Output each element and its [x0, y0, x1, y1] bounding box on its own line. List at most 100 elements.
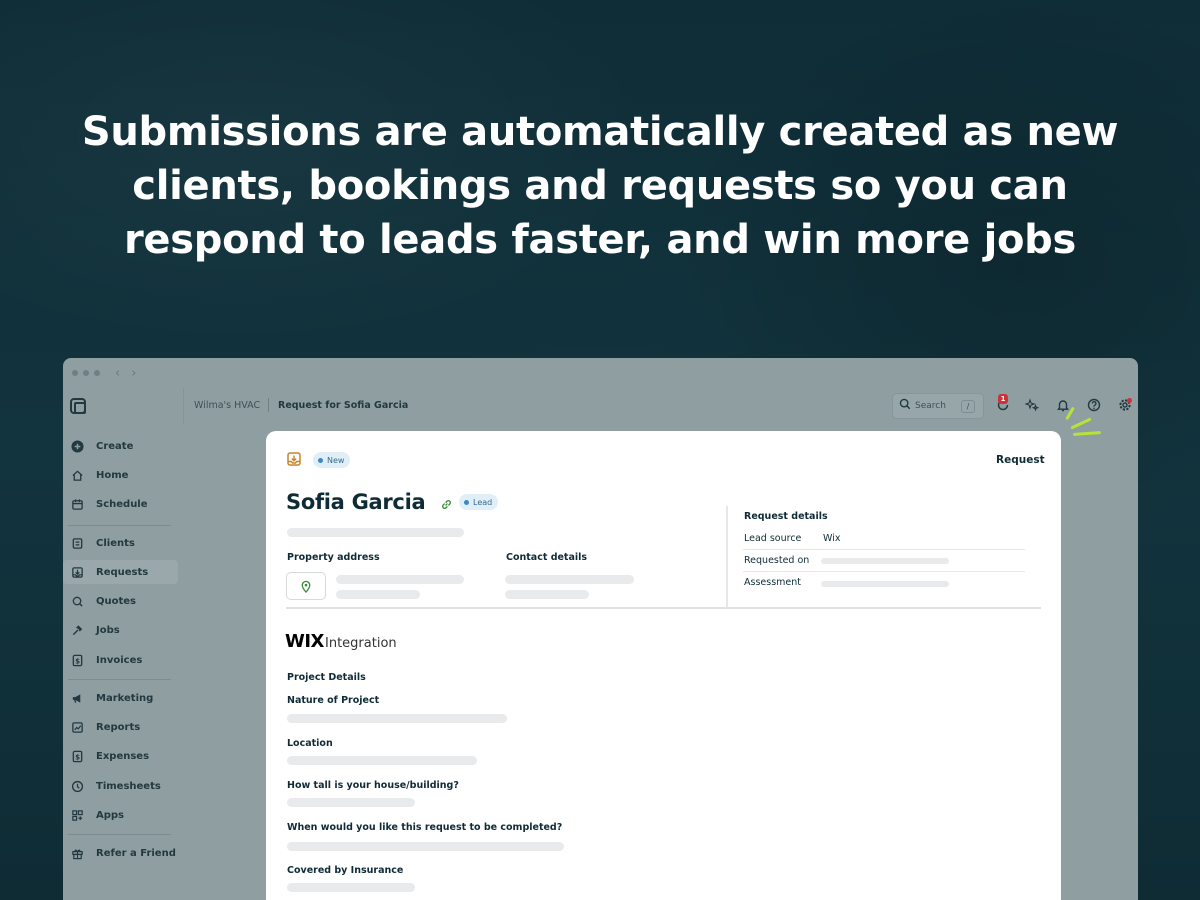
- request-inbox-icon: [286, 451, 302, 471]
- plus-circle-icon: [70, 439, 84, 453]
- client-tag-label: Lead: [473, 497, 493, 507]
- sidebar-item-label: Invoices: [96, 654, 143, 666]
- sidebar-item-label: Quotes: [96, 595, 137, 607]
- placeholder-bar: [821, 581, 949, 587]
- sidebar-divider: [68, 525, 171, 526]
- back-arrow-icon[interactable]: ‹: [115, 366, 120, 381]
- sidebar-item-label: Marketing: [96, 692, 154, 704]
- placeholder-bar: [287, 798, 415, 807]
- window-dot[interactable]: [83, 370, 89, 376]
- project-details-title: Project Details: [287, 672, 366, 683]
- quotes-icon: [70, 594, 84, 608]
- map-pin-icon: [301, 580, 311, 593]
- home-icon: [70, 468, 84, 482]
- sidebar-item-label: Requests: [96, 566, 149, 578]
- search-input[interactable]: Search /: [892, 393, 984, 419]
- window-titlebar: ‹ ›: [63, 358, 1138, 388]
- window-dot[interactable]: [72, 370, 78, 376]
- client-name: Sofia Garcia: [286, 490, 426, 514]
- sidebar-item-label: Apps: [96, 809, 125, 821]
- calendar-icon: [70, 497, 84, 511]
- placeholder-bar: [336, 590, 420, 599]
- search-icon: [899, 398, 911, 414]
- placeholder-bar: [287, 528, 464, 537]
- gift-icon: [70, 846, 84, 860]
- window-dot[interactable]: [94, 370, 100, 376]
- headline: Submissions are automatically created as…: [81, 109, 1119, 263]
- sidebar-item-clients[interactable]: Clients: [63, 531, 178, 555]
- property-address-label: Property address: [287, 552, 380, 563]
- search-shortcut-key: /: [961, 400, 975, 413]
- lead-source-value: Wix: [823, 533, 841, 544]
- app-logo-icon[interactable]: [70, 398, 86, 414]
- placeholder-bar: [505, 575, 634, 584]
- sidebar-item-requests[interactable]: Requests: [63, 560, 178, 584]
- sidebar-item-marketing[interactable]: Marketing: [63, 686, 178, 710]
- dollar-icon: $: [70, 749, 84, 763]
- settings-alert-dot: [1127, 398, 1132, 403]
- sidebar-item-label: Refer a Friend: [96, 847, 176, 859]
- placeholder-bar: [821, 558, 949, 564]
- svg-text:$: $: [75, 753, 80, 761]
- sidebar-item-reports[interactable]: Reports: [63, 715, 178, 739]
- breadcrumb-current-page: Request for Sofia Garcia: [278, 400, 409, 411]
- sidebar-item-label: Schedule: [96, 498, 148, 510]
- sparkle-ai-icon[interactable]: [1024, 398, 1040, 416]
- placeholder-bar: [505, 590, 589, 599]
- breadcrumb-company[interactable]: Wilma's HVAC: [194, 400, 260, 411]
- sidebar-item-label: Timesheets: [96, 780, 161, 792]
- sidebar-item-label: Jobs: [96, 624, 120, 636]
- lead-source-label: Lead source: [744, 533, 802, 544]
- clock-icon: [70, 779, 84, 793]
- hammer-icon: [70, 623, 84, 637]
- notification-count-badge: 1: [998, 394, 1008, 404]
- sidebar-divider: [68, 679, 171, 680]
- sidebar-item-create[interactable]: Create: [63, 434, 178, 458]
- assessment-label: Assessment: [744, 577, 801, 588]
- sidebar-item-label: Expenses: [96, 750, 150, 762]
- sidebar-item-refer-a-friend[interactable]: Refer a Friend: [63, 841, 178, 865]
- requested-on-label: Requested on: [744, 555, 810, 566]
- sidebar-item-quotes[interactable]: Quotes: [63, 589, 178, 613]
- inbox-download-icon: [70, 565, 84, 579]
- wix-logo: WIX: [285, 631, 324, 652]
- sidebar-item-timesheets[interactable]: Timesheets: [63, 774, 178, 798]
- placeholder-bar: [287, 714, 507, 723]
- search-label: Search: [915, 401, 946, 411]
- forward-arrow-icon[interactable]: ›: [131, 366, 136, 381]
- client-tag-badge: Lead: [459, 494, 499, 510]
- sidebar-item-label: Clients: [96, 537, 135, 549]
- sidebar-item-schedule[interactable]: Schedule: [63, 492, 178, 516]
- sidebar-divider: [68, 834, 171, 835]
- help-icon[interactable]: [1087, 398, 1101, 416]
- chart-icon: [70, 720, 84, 734]
- sidebar-item-label: Create: [96, 440, 134, 452]
- project-field-label: Location: [287, 738, 333, 749]
- contact-details-label: Contact details: [506, 552, 588, 563]
- sidebar-item-home[interactable]: Home: [63, 463, 178, 487]
- sidebar-item-apps[interactable]: Apps: [63, 803, 178, 827]
- top-bar: Wilma's HVAC Request for Sofia Garcia Se…: [183, 388, 1138, 424]
- clients-icon: [70, 536, 84, 550]
- sidebar-item-label: Home: [96, 469, 129, 481]
- sidebar-item-expenses[interactable]: $ Expenses: [63, 744, 178, 768]
- placeholder-bar: [287, 756, 477, 765]
- row-divider: [743, 549, 1025, 550]
- row-divider: [743, 571, 1025, 572]
- project-field-label: Nature of Project: [287, 695, 380, 706]
- request-card: New Request Sofia Garcia Lead Property a…: [266, 431, 1061, 900]
- sidebar-item-label: Reports: [96, 721, 141, 733]
- placeholder-bar: [287, 842, 564, 851]
- request-details-title: Request details: [744, 511, 828, 522]
- sidebar: Create Home Schedule Clients Requests Qu…: [63, 388, 183, 900]
- map-pin-button[interactable]: [286, 572, 326, 600]
- integration-label: Integration: [325, 636, 397, 651]
- placeholder-bar: [287, 883, 415, 892]
- link-icon[interactable]: [440, 496, 453, 515]
- sidebar-item-jobs[interactable]: Jobs: [63, 618, 178, 642]
- project-field-label: Covered by Insurance: [287, 865, 404, 876]
- dollar-icon: $: [70, 653, 84, 667]
- megaphone-icon: [70, 691, 84, 705]
- sidebar-item-invoices[interactable]: $ Invoices: [63, 648, 178, 672]
- column-divider: [726, 506, 728, 609]
